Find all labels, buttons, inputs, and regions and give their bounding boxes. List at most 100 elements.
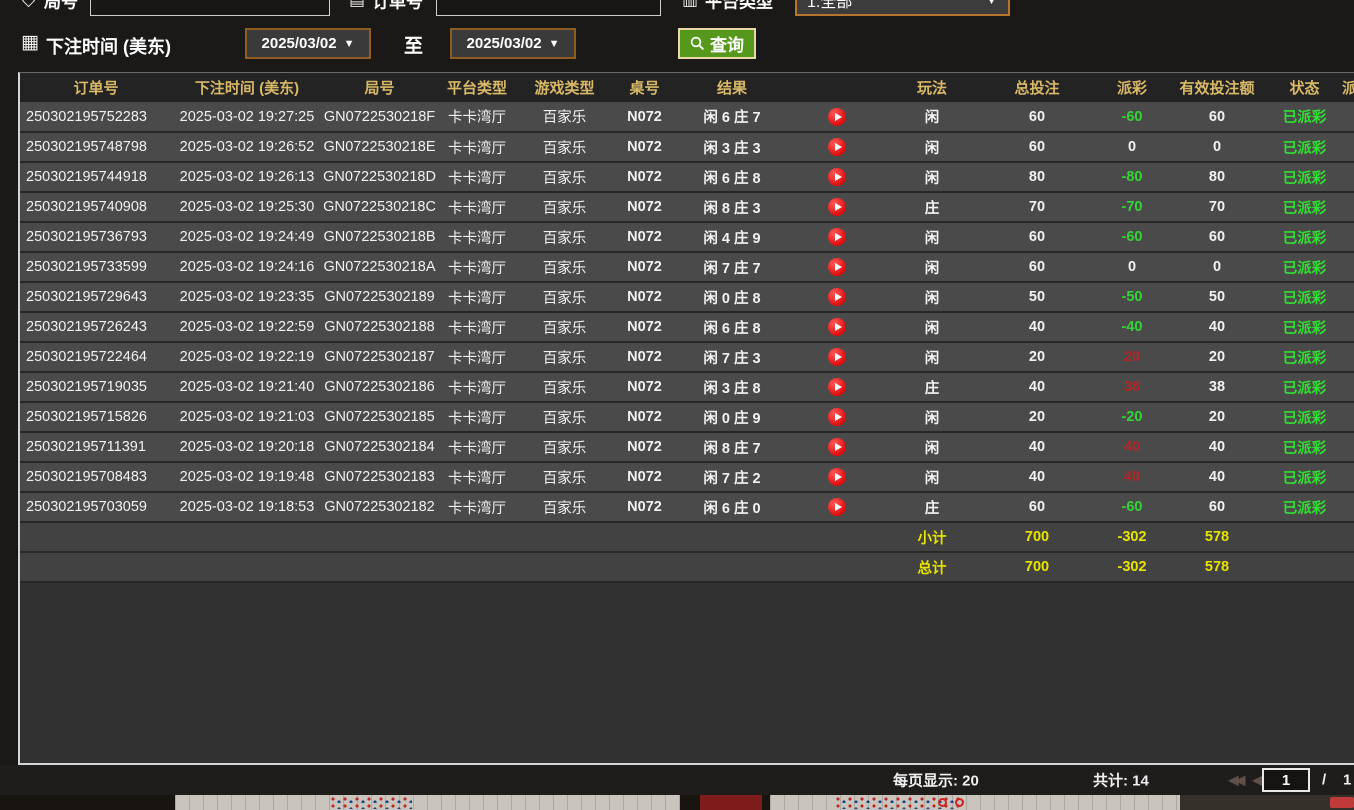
total-cell (1342, 522, 1354, 552)
play-video-button[interactable] (828, 408, 846, 426)
bet-type-cell: 庄 (887, 192, 977, 222)
table-body: 2503021957522832025-03-02 19:27:25GN0722… (20, 102, 1354, 582)
result-video-cell (787, 402, 887, 432)
game-type-cell: 百家乐 (517, 102, 612, 132)
order-number-input[interactable] (436, 0, 661, 16)
game-ui-fragment (1180, 795, 1354, 810)
bet-type-cell: 庄 (887, 372, 977, 402)
play-video-button[interactable] (828, 348, 846, 366)
order-cell: 250302195733599 (20, 252, 172, 282)
valid-bet-cell: 40 (1167, 312, 1267, 342)
play-video-button[interactable] (828, 468, 846, 486)
payout-cell: 40 (1097, 462, 1167, 492)
total-bet-cell: 40 (977, 432, 1097, 462)
payout-cell: 40 (1097, 432, 1167, 462)
valid-bet-cell: 60 (1167, 102, 1267, 132)
play-icon (835, 353, 842, 361)
play-video-button[interactable] (828, 258, 846, 276)
extra-cell (1342, 462, 1354, 492)
total-cell: 700 (977, 552, 1097, 582)
play-video-button[interactable] (828, 288, 846, 306)
bet-history-screen: ◇ 局号 ▤ 订单号 ▥ 平台类型 1.全部 ▼ ▦ 下注时间 (美东) 202… (0, 0, 1354, 810)
platform-cell: 卡卡湾厅 (437, 432, 517, 462)
valid-bet-cell: 80 (1167, 162, 1267, 192)
valid-bet-cell: 60 (1167, 222, 1267, 252)
chevron-down-icon: ▼ (344, 38, 355, 50)
first-page-button[interactable]: ◀◀ (1228, 772, 1242, 789)
table-no-cell: N072 (612, 342, 677, 372)
bet-time-cell: 2025-03-02 19:25:30 (172, 192, 322, 222)
total-bet-cell: 80 (977, 162, 1097, 192)
order-cell: 250302195708483 (20, 462, 172, 492)
play-video-button[interactable] (828, 498, 846, 516)
bet-time-cell: 2025-03-02 19:19:48 (172, 462, 322, 492)
bet-type-cell: 闲 (887, 402, 977, 432)
order-cell: 250302195740908 (20, 192, 172, 222)
extra-cell (1342, 372, 1354, 402)
result-cell: 闲 8 庄 7 (677, 432, 787, 462)
total-bet-cell: 40 (977, 312, 1097, 342)
date-to-value: 2025/03/02 (467, 35, 542, 52)
page-number-input[interactable]: 1 (1262, 768, 1310, 792)
payout-cell: -60 (1097, 102, 1167, 132)
platform-cell: 卡卡湾厅 (437, 102, 517, 132)
column-header: 玩法 (887, 73, 977, 102)
total-cell (172, 552, 322, 582)
play-video-button[interactable] (828, 228, 846, 246)
round-cell: GN07225302185 (322, 402, 437, 432)
status-cell: 已派彩 (1267, 312, 1342, 342)
date-from-picker[interactable]: 2025/03/02 ▼ (245, 28, 371, 59)
bet-type-cell: 庄 (887, 492, 977, 522)
bet-time-cell: 2025-03-02 19:24:49 (172, 222, 322, 252)
play-video-button[interactable] (828, 108, 846, 126)
column-header (787, 73, 887, 102)
round-cell: GN07225302182 (322, 492, 437, 522)
table-row: 2503021957367932025-03-02 19:24:49GN0722… (20, 222, 1354, 252)
play-video-button[interactable] (828, 138, 846, 156)
play-video-button[interactable] (828, 198, 846, 216)
game-type-cell: 百家乐 (517, 462, 612, 492)
result-video-cell (787, 432, 887, 462)
table-row: 2503021957030592025-03-02 19:18:53GN0722… (20, 492, 1354, 522)
game-type-cell: 百家乐 (517, 432, 612, 462)
result-cell: 闲 8 庄 3 (677, 192, 787, 222)
platform-cell: 卡卡湾厅 (437, 372, 517, 402)
play-video-button[interactable] (828, 438, 846, 456)
prev-page-button[interactable]: ◀ (1252, 772, 1259, 789)
extra-cell (1342, 342, 1354, 372)
game-type-cell: 百家乐 (517, 192, 612, 222)
platform-type-select[interactable]: 1.全部 ▼ (795, 0, 1010, 16)
result-video-cell (787, 252, 887, 282)
round-number-input[interactable] (90, 0, 330, 16)
game-ui-fragment (1330, 797, 1354, 808)
result-video-cell (787, 342, 887, 372)
total-bet-cell: 60 (977, 132, 1097, 162)
total-cell (787, 522, 887, 552)
cards-icon: ▥ (682, 0, 698, 10)
result-cell: 闲 0 庄 8 (677, 282, 787, 312)
extra-cell (1342, 312, 1354, 342)
bet-time-cell: 2025-03-02 19:24:16 (172, 252, 322, 282)
date-to-picker[interactable]: 2025/03/02 ▼ (450, 28, 576, 59)
result-video-cell (787, 282, 887, 312)
extra-cell (1342, 402, 1354, 432)
platform-cell: 卡卡湾厅 (437, 402, 517, 432)
total-cell (172, 522, 322, 552)
status-cell: 已派彩 (1267, 282, 1342, 312)
round-cell: GN0722530218C (322, 192, 437, 222)
total-cell: 578 (1167, 552, 1267, 582)
play-video-button[interactable] (828, 378, 846, 396)
status-cell: 已派彩 (1267, 342, 1342, 372)
bet-time-cell: 2025-03-02 19:18:53 (172, 492, 322, 522)
play-video-button[interactable] (828, 168, 846, 186)
bet-type-cell: 闲 (887, 432, 977, 462)
column-header: 状态 (1267, 73, 1342, 102)
platform-cell: 卡卡湾厅 (437, 462, 517, 492)
bet-type-cell: 闲 (887, 252, 977, 282)
play-video-button[interactable] (828, 318, 846, 336)
platform-cell: 卡卡湾厅 (437, 282, 517, 312)
total-cell (20, 552, 172, 582)
filter-row-dates: ▦ 下注时间 (美东) 2025/03/02 ▼ 至 2025/03/02 ▼ … (0, 26, 1354, 60)
extra-cell (1342, 132, 1354, 162)
search-button[interactable]: 查询 (678, 28, 756, 59)
